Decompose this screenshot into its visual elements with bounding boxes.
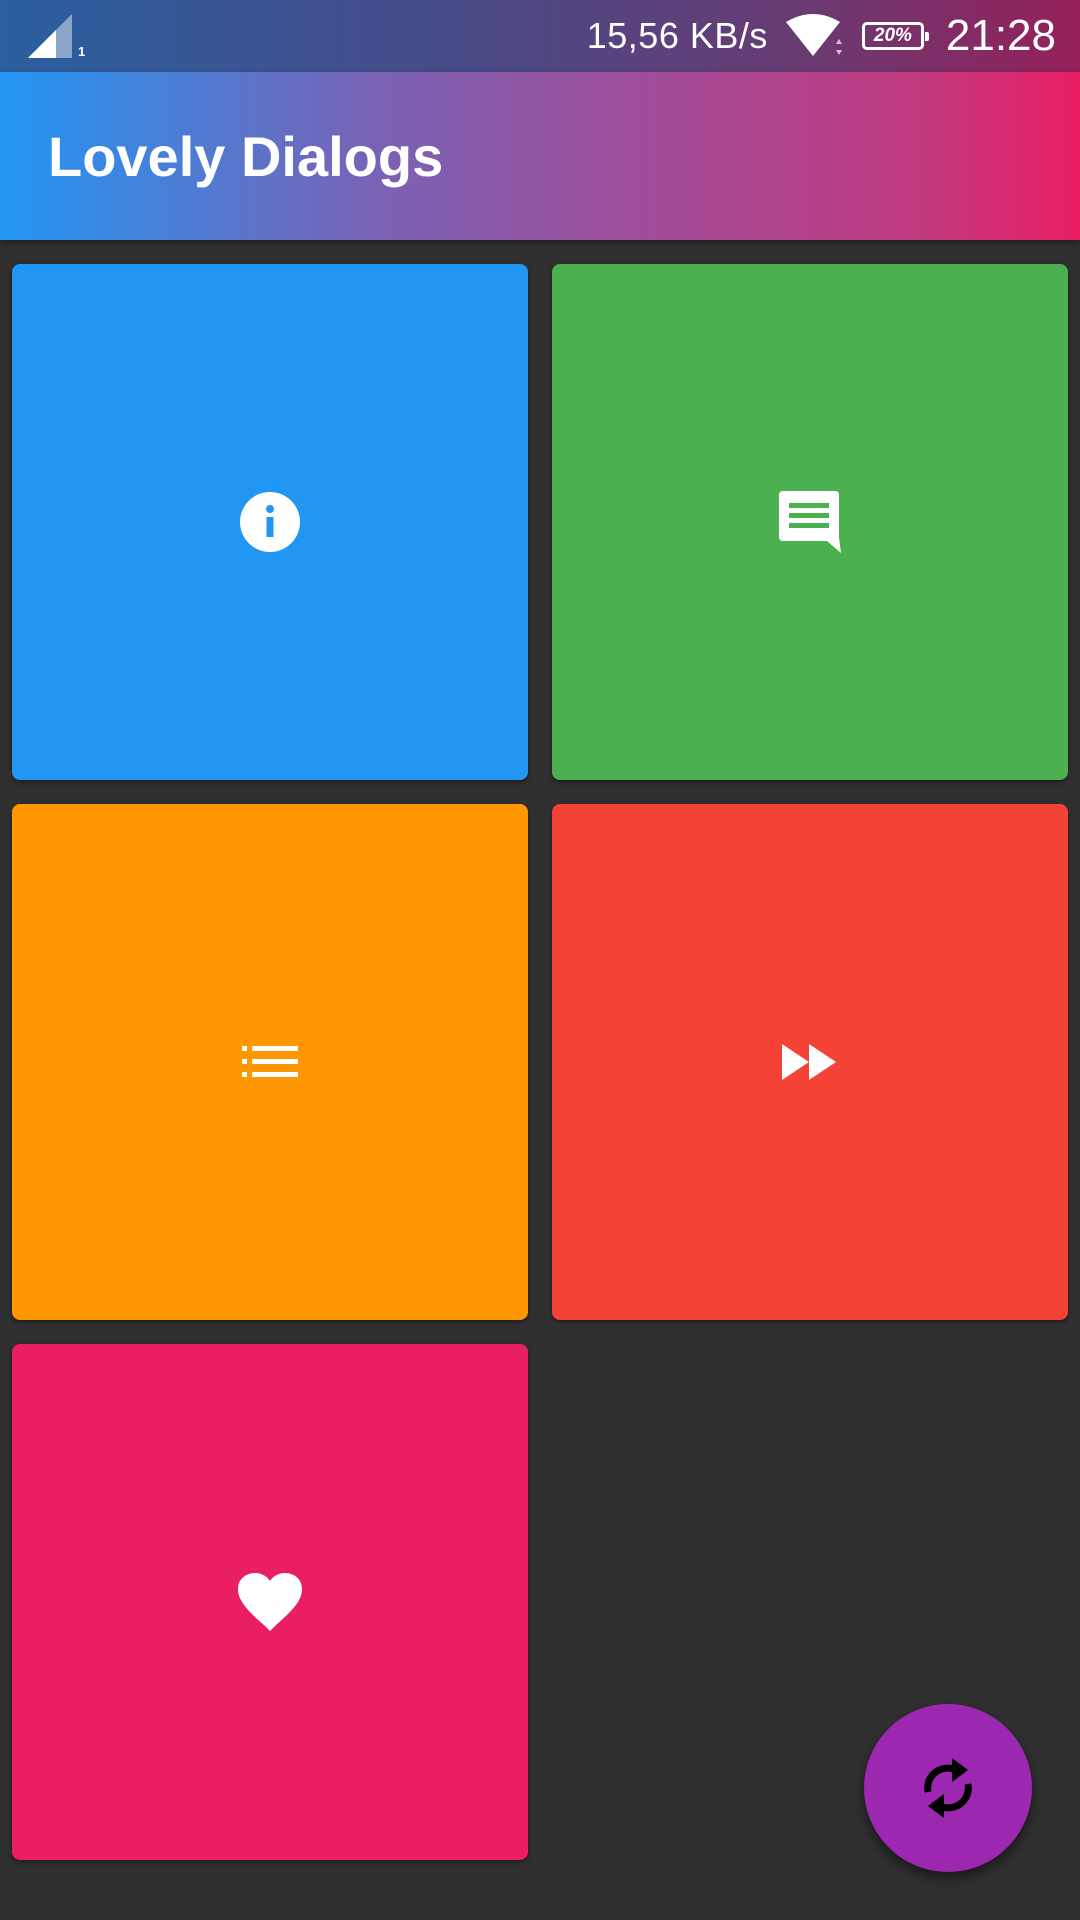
- message-dialog-tile[interactable]: [552, 264, 1068, 780]
- sim-indicator: 1: [78, 44, 86, 59]
- app-title: Lovely Dialogs: [48, 125, 444, 188]
- fast-forward-icon: [782, 1044, 836, 1080]
- battery-icon: 20%: [861, 22, 929, 50]
- heart-dialog-tile[interactable]: [12, 1344, 528, 1860]
- network-speed: 15,56 KB/s: [586, 15, 768, 56]
- refresh-icon: [924, 1758, 972, 1818]
- heart-icon: [238, 1573, 302, 1631]
- message-icon: [779, 491, 841, 553]
- app-bar: Lovely Dialogs: [0, 72, 1080, 240]
- signal-icon: [28, 14, 72, 58]
- clock: 21:28: [945, 11, 1056, 60]
- info-icon: [240, 492, 300, 552]
- battery-level: 20%: [873, 25, 912, 46]
- list-dialog-tile[interactable]: [12, 804, 528, 1320]
- status-bar: 1 15,56 KB/s 20% 21:28: [0, 0, 1080, 72]
- fast-forward-dialog-tile[interactable]: [552, 804, 1068, 1320]
- info-dialog-tile[interactable]: [12, 264, 528, 780]
- refresh-button[interactable]: [864, 1704, 1032, 1872]
- wifi-icon: [785, 14, 842, 56]
- list-icon: [242, 1046, 298, 1077]
